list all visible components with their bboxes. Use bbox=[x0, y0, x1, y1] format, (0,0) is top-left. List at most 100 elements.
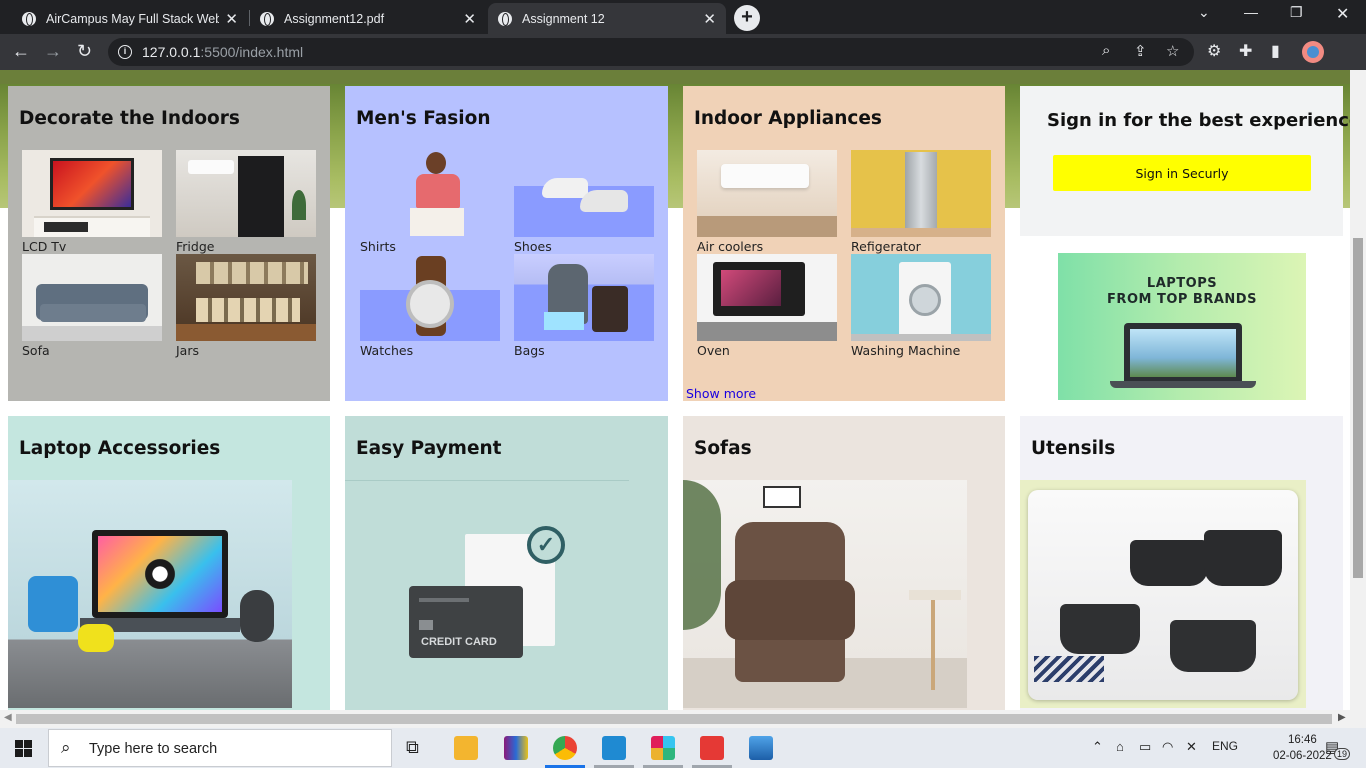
laptop-accessories-image[interactable] bbox=[8, 480, 292, 708]
tab-title: AirCampus May Full Stack Web D bbox=[46, 11, 220, 26]
tile-label: Shoes bbox=[514, 239, 552, 254]
extensions-puzzle-icon[interactable]: ✚ bbox=[1239, 41, 1252, 61]
tile-air-coolers[interactable] bbox=[697, 150, 837, 237]
address-bar[interactable]: i 127.0.0.1:5500/index.html ⌕ ⇪ ☆ bbox=[108, 38, 1194, 66]
scroll-right-arrow-icon[interactable]: ▶ bbox=[1338, 712, 1346, 723]
system-clock[interactable]: 16:46 02-06-2022 bbox=[1273, 732, 1332, 764]
card-sofas: Sofas bbox=[683, 416, 1005, 710]
tile-label: Washing Machine bbox=[851, 343, 961, 358]
close-window-icon[interactable]: ✕ bbox=[1336, 4, 1349, 24]
card-title: Men's Fasion bbox=[356, 108, 491, 129]
search-icon: ⌕ bbox=[61, 738, 71, 757]
close-tab-icon[interactable]: ✕ bbox=[703, 10, 716, 28]
show-hidden-icons-icon[interactable]: ⌃ bbox=[1092, 739, 1103, 755]
side-panel-icon[interactable]: ▮ bbox=[1271, 41, 1280, 61]
tile-shirts[interactable] bbox=[360, 150, 500, 237]
card-mens-fashion: Men's Fasion Shirts Shoes Watches Bags bbox=[345, 86, 668, 401]
globe-icon bbox=[260, 11, 274, 26]
slack-icon[interactable] bbox=[651, 736, 675, 760]
tile-label: Jars bbox=[176, 343, 199, 358]
photos-icon[interactable] bbox=[749, 736, 773, 760]
file-explorer-icon[interactable] bbox=[454, 736, 478, 760]
windows-taskbar: ⌕ Type here to search ⧉ ⌃ ⌂ ▭ ◠ ✕ ENG 16… bbox=[0, 728, 1366, 768]
utensils-image[interactable] bbox=[1020, 480, 1306, 708]
taskbar-search-box[interactable]: ⌕ Type here to search bbox=[48, 729, 392, 767]
share-icon[interactable]: ⇪ bbox=[1134, 42, 1147, 60]
forward-icon[interactable]: → bbox=[44, 41, 62, 62]
card-easy-payment: Easy Payment ✓ CREDIT CARD bbox=[345, 416, 668, 710]
volume-muted-icon[interactable]: ✕ bbox=[1186, 739, 1197, 755]
vertical-scrollbar[interactable] bbox=[1350, 70, 1366, 710]
globe-icon bbox=[498, 11, 512, 26]
horizontal-scroll-thumb[interactable] bbox=[16, 714, 1332, 724]
tile-label: Oven bbox=[697, 343, 730, 358]
card-title: Easy Payment bbox=[356, 438, 502, 459]
zoom-icon[interactable]: ⌕ bbox=[1102, 42, 1110, 59]
card-title: Indoor Appliances bbox=[694, 108, 882, 129]
profile-avatar[interactable] bbox=[1302, 41, 1324, 63]
clock-time: 16:46 bbox=[1288, 734, 1317, 746]
tile-lcd-tv[interactable] bbox=[22, 150, 162, 237]
laptops-ad-banner[interactable]: LAPTOPS FROM TOP BRANDS bbox=[1058, 253, 1306, 400]
show-more-link[interactable]: Show more bbox=[686, 386, 756, 401]
card-utensils: Utensils bbox=[1020, 416, 1343, 710]
language-indicator[interactable]: ENG bbox=[1212, 739, 1238, 753]
tile-label: Refigerator bbox=[851, 239, 921, 254]
wifi-icon[interactable]: ◠ bbox=[1162, 739, 1173, 755]
vscode-icon[interactable] bbox=[602, 736, 626, 760]
winrar-icon[interactable] bbox=[504, 736, 528, 760]
settings-gear-icon[interactable]: ⚙ bbox=[1207, 41, 1221, 61]
tile-washing-machine[interactable] bbox=[851, 254, 991, 341]
bookmark-star-icon[interactable]: ☆ bbox=[1166, 42, 1179, 60]
page-viewport: Decorate the Indoors LCD Tv Fridge Sofa … bbox=[0, 70, 1350, 710]
tile-fridge[interactable] bbox=[176, 150, 316, 237]
tab-aircampus[interactable]: AirCampus May Full Stack Web D ✕ bbox=[12, 3, 248, 34]
tile-label: Fridge bbox=[176, 239, 215, 254]
sign-in-button[interactable]: Sign in Securly bbox=[1053, 155, 1311, 191]
minimize-icon[interactable]: — bbox=[1244, 4, 1258, 20]
scroll-left-arrow-icon[interactable]: ◀ bbox=[4, 712, 12, 723]
card-title: Utensils bbox=[1031, 438, 1116, 459]
battery-icon[interactable]: ▭ bbox=[1139, 739, 1151, 755]
task-view-icon[interactable]: ⧉ bbox=[406, 737, 419, 758]
tile-label: Air coolers bbox=[697, 239, 764, 254]
close-tab-icon[interactable]: ✕ bbox=[463, 10, 476, 28]
check-circle-icon: ✓ bbox=[527, 526, 565, 564]
vertical-scroll-thumb[interactable] bbox=[1353, 238, 1363, 578]
credit-card-label: CREDIT CARD bbox=[421, 636, 497, 648]
card-sign-in: Sign in for the best experience Sign in … bbox=[1020, 86, 1350, 236]
close-tab-icon[interactable]: ✕ bbox=[225, 10, 238, 28]
maximize-icon[interactable]: ❐ bbox=[1290, 4, 1303, 21]
chrome-icon[interactable] bbox=[553, 736, 577, 760]
tile-watches[interactable] bbox=[360, 254, 500, 341]
globe-icon bbox=[22, 11, 36, 26]
card-title: Sofas bbox=[694, 438, 752, 459]
horizontal-scrollbar[interactable]: ◀ ▶ bbox=[0, 710, 1366, 728]
card-laptop-accessories: Laptop Accessories bbox=[8, 416, 330, 710]
tile-label: Sofa bbox=[22, 343, 50, 358]
ad-line-1: LAPTOPS bbox=[1146, 276, 1218, 291]
divider bbox=[345, 480, 629, 481]
tab-search-icon[interactable]: ⌄ bbox=[1198, 4, 1210, 21]
tile-refrigerator[interactable] bbox=[851, 150, 991, 237]
tab-assignment-12[interactable]: Assignment 12 ✕ bbox=[488, 3, 726, 34]
tile-oven[interactable] bbox=[697, 254, 837, 341]
meet-now-icon[interactable]: ⌂ bbox=[1116, 739, 1124, 754]
tab-assignment-pdf[interactable]: Assignment12.pdf ✕ bbox=[250, 3, 486, 34]
tile-bags[interactable] bbox=[514, 254, 654, 341]
sign-in-heading: Sign in for the best experience bbox=[1047, 110, 1350, 131]
site-info-icon[interactable]: i bbox=[118, 45, 132, 59]
reload-icon[interactable]: ↻ bbox=[77, 41, 92, 62]
sofa-image[interactable] bbox=[683, 480, 967, 708]
tile-shoes[interactable] bbox=[514, 150, 654, 237]
anydesk-icon[interactable] bbox=[700, 736, 724, 760]
tile-jars[interactable] bbox=[176, 254, 316, 341]
new-tab-button[interactable]: + bbox=[734, 5, 760, 31]
tile-sofa[interactable] bbox=[22, 254, 162, 341]
windows-start-icon[interactable] bbox=[15, 740, 32, 757]
card-decorate-indoors: Decorate the Indoors LCD Tv Fridge Sofa … bbox=[8, 86, 330, 401]
back-icon[interactable]: ← bbox=[12, 41, 30, 62]
credit-card-image[interactable]: CREDIT CARD bbox=[409, 586, 523, 658]
notification-count-badge: 19 bbox=[1334, 748, 1351, 760]
url-text[interactable]: 127.0.0.1:5500/index.html bbox=[142, 44, 303, 60]
